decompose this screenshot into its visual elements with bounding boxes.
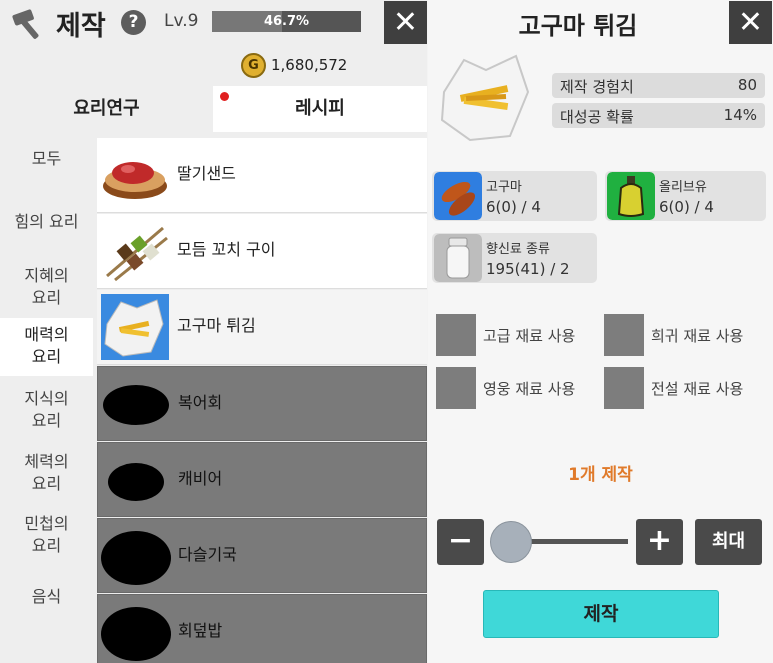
recipe-list: 딸기샌드 모듬 꼬치 구이 고구마 튀김 복어회 캐비어 다슬기국 회덮밥 bbox=[97, 132, 427, 663]
notification-dot-icon bbox=[220, 92, 229, 101]
sweet-potato-icon bbox=[434, 172, 482, 220]
craft-button[interactable]: 제작 bbox=[483, 590, 719, 638]
gold-coin-icon: G bbox=[241, 53, 266, 78]
option-label: 영웅 재료 사용 bbox=[483, 380, 576, 398]
sidebar-item-agility[interactable]: 민첩의 요리 bbox=[0, 510, 93, 560]
level-label: Lv.9 bbox=[164, 11, 199, 31]
sweet-potato-fry-icon bbox=[101, 294, 169, 360]
sidebar-item-all[interactable]: 모두 bbox=[0, 148, 93, 174]
decrease-button[interactable]: − bbox=[437, 519, 484, 565]
option-label: 전설 재료 사용 bbox=[651, 380, 744, 398]
recipe-name: 회덮밥 bbox=[178, 621, 223, 640]
recipe-row-pufferfish-sashimi[interactable]: 복어회 bbox=[97, 366, 427, 441]
recipe-row-strawberry-sandwich[interactable]: 딸기샌드 bbox=[97, 138, 427, 213]
locked-silhouette-icon bbox=[103, 385, 169, 425]
great-success-label: 대성공 확률 bbox=[560, 108, 634, 126]
sweet-potato-fry-large-icon bbox=[440, 54, 530, 142]
recipe-name: 캐비어 bbox=[178, 469, 223, 488]
skewer-icon bbox=[106, 226, 168, 282]
max-button[interactable]: 최대 bbox=[695, 519, 762, 565]
sidebar-item-charm[interactable]: 매력의 요리 bbox=[0, 318, 93, 376]
sidebar-item-label: 지식의 요리 bbox=[24, 389, 69, 430]
quantity-slider-handle[interactable] bbox=[490, 521, 532, 563]
legend-material-checkbox[interactable] bbox=[604, 367, 644, 409]
header-bar: 제작 ? Lv.9 46.7% ✕ bbox=[0, 0, 427, 44]
sidebar-item-knowledge[interactable]: 지식의 요리 bbox=[0, 385, 93, 435]
sidebar-item-label: 민첩의 요리 bbox=[24, 514, 69, 555]
sidebar-item-label: 매력의 요리 bbox=[24, 325, 69, 366]
recipe-name: 복어회 bbox=[178, 393, 223, 412]
recipe-name: 다슬기국 bbox=[178, 545, 237, 564]
increase-button[interactable]: + bbox=[636, 519, 683, 565]
craft-exp-label: 제작 경험치 bbox=[560, 78, 634, 96]
recipe-row-sweet-potato-fry[interactable]: 고구마 튀김 bbox=[97, 290, 427, 365]
sidebar-item-label: 지혜의 요리 bbox=[24, 266, 69, 307]
recipe-row-raw-fish-bibimbap[interactable]: 회덮밥 bbox=[97, 594, 427, 663]
detail-close-button[interactable]: ✕ bbox=[729, 1, 772, 44]
recipe-row-marsh-snail-soup[interactable]: 다슬기국 bbox=[97, 518, 427, 593]
gold-display: G 1,680,572 bbox=[241, 53, 421, 79]
ingredient-name: 고구마 bbox=[486, 180, 522, 195]
locked-silhouette-icon bbox=[101, 607, 171, 661]
ingredient-quantity: 6(0) / 4 bbox=[486, 198, 541, 216]
crafting-screen: 제작 ? Lv.9 46.7% ✕ G 1,680,572 요리연구 레시피 모… bbox=[0, 0, 773, 663]
strawberry-sandwich-icon bbox=[103, 162, 167, 199]
help-icon[interactable]: ? bbox=[121, 10, 146, 35]
ingredient-name: 향신료 종류 bbox=[486, 242, 550, 257]
ingredient-sweet-potato[interactable]: 고구마 6(0) / 4 bbox=[432, 171, 597, 221]
sidebar-item-label: 모두 bbox=[31, 149, 62, 168]
recipe-name: 딸기샌드 bbox=[177, 164, 236, 183]
locked-silhouette-icon bbox=[108, 463, 164, 501]
recipe-detail-panel: 고구마 튀김 ✕ 제작 경험치 80 대성공 확률 14% 고구마 6(0) /… bbox=[428, 0, 773, 663]
great-success-stat: 대성공 확률 14% bbox=[552, 103, 765, 128]
tab-recipe[interactable]: 레시피 bbox=[213, 86, 427, 132]
option-label: 희귀 재료 사용 bbox=[651, 327, 744, 345]
exp-percent: 46.7% bbox=[263, 14, 310, 29]
tab-research[interactable]: 요리연구 bbox=[0, 86, 213, 132]
ingredient-quantity: 195(41) / 2 bbox=[486, 260, 570, 278]
locked-silhouette-icon bbox=[101, 531, 171, 585]
olive-oil-icon bbox=[607, 172, 655, 220]
sidebar-item-strength[interactable]: 힘의 요리 bbox=[0, 211, 93, 237]
craft-exp-stat: 제작 경험치 80 bbox=[552, 73, 765, 98]
recipe-row-mixed-skewers[interactable]: 모듬 꼬치 구이 bbox=[97, 214, 427, 289]
sidebar-item-food[interactable]: 음식 bbox=[0, 586, 93, 612]
great-success-value: 14% bbox=[723, 106, 757, 124]
advanced-material-checkbox[interactable] bbox=[436, 314, 476, 356]
sidebar-item-label: 체력의 요리 bbox=[24, 452, 69, 493]
option-label: 고급 재료 사용 bbox=[483, 327, 576, 345]
sidebar-item-label: 음식 bbox=[31, 587, 62, 606]
category-sidebar: 모두 힘의 요리 지혜의 요리 매력의 요리 지식의 요리 체력의 요리 민첩의… bbox=[0, 132, 93, 663]
spice-jar-icon bbox=[434, 234, 482, 282]
recipe-row-caviar[interactable]: 캐비어 bbox=[97, 442, 427, 517]
recipe-name: 고구마 튀김 bbox=[177, 316, 256, 335]
sidebar-item-stamina[interactable]: 체력의 요리 bbox=[0, 448, 93, 498]
ingredient-name: 올리브유 bbox=[659, 180, 707, 195]
craft-count-label: 1개 제작 bbox=[568, 465, 633, 485]
recipe-name: 모듬 꼬치 구이 bbox=[177, 240, 276, 259]
ingredient-olive-oil[interactable]: 올리브유 6(0) / 4 bbox=[605, 171, 766, 221]
sidebar-item-wisdom[interactable]: 지혜의 요리 bbox=[0, 262, 93, 312]
recipe-panel: 제작 ? Lv.9 46.7% ✕ G 1,680,572 요리연구 레시피 모… bbox=[0, 0, 427, 663]
rare-material-checkbox[interactable] bbox=[604, 314, 644, 356]
hammer-icon bbox=[12, 9, 39, 39]
ingredient-spice[interactable]: 향신료 종류 195(41) / 2 bbox=[432, 233, 597, 283]
hero-material-checkbox[interactable] bbox=[436, 367, 476, 409]
gold-amount: 1,680,572 bbox=[271, 56, 348, 74]
craft-exp-value: 80 bbox=[737, 76, 757, 94]
close-button[interactable]: ✕ bbox=[384, 1, 427, 44]
sidebar-item-label: 힘의 요리 bbox=[14, 212, 79, 231]
ingredient-quantity: 6(0) / 4 bbox=[659, 198, 714, 216]
exp-bar: 46.7% bbox=[212, 11, 361, 32]
recipe-detail-title: 고구마 튀김 bbox=[518, 12, 638, 40]
page-title: 제작 bbox=[56, 11, 106, 42]
